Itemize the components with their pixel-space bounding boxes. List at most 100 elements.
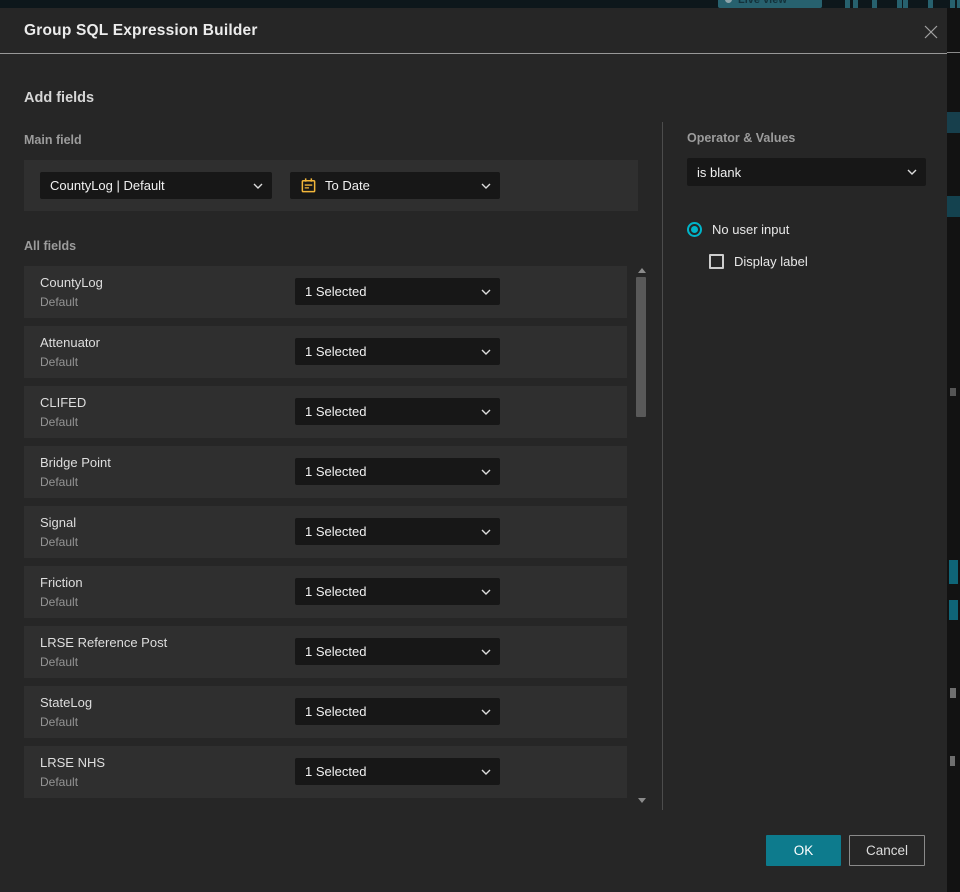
field-values-selected: 1 Selected xyxy=(305,284,367,299)
chevron-down-icon xyxy=(481,769,491,775)
chevron-down-icon xyxy=(481,469,491,475)
background-fragment xyxy=(949,600,958,620)
dialog-header: Group SQL Expression Builder xyxy=(0,8,947,54)
background-fragment xyxy=(950,756,955,766)
field-subtitle: Default xyxy=(40,535,79,549)
screen: Live view Group SQL Expression Builder xyxy=(0,0,960,892)
operator-select[interactable]: is blank xyxy=(687,158,926,186)
field-values-selected: 1 Selected xyxy=(305,524,367,539)
field-name: StateLog xyxy=(40,695,93,710)
field-values-selected: 1 Selected xyxy=(305,644,367,659)
field-values-select[interactable]: 1 Selected xyxy=(295,398,500,425)
field-row-lrse-nhs: LRSE NHS Default 1 Selected xyxy=(24,746,627,798)
field-subtitle: Default xyxy=(40,655,79,669)
chevron-down-icon xyxy=(907,169,917,175)
radio-selected-icon xyxy=(687,222,702,237)
main-field-date-select[interactable]: To Date xyxy=(290,172,500,199)
field-values-select[interactable]: 1 Selected xyxy=(295,338,500,365)
toolbar-icon xyxy=(897,0,902,8)
field-row-countylog: CountyLog Default 1 Selected xyxy=(24,266,627,318)
field-subtitle: Default xyxy=(40,715,79,729)
operator-select-value: is blank xyxy=(697,164,742,180)
dialog-title: Group SQL Expression Builder xyxy=(24,22,258,39)
field-row-friction: Friction Default 1 Selected xyxy=(24,566,627,618)
chevron-down-icon xyxy=(481,709,491,715)
main-field-select[interactable]: CountyLog | Default xyxy=(40,172,272,199)
all-fields-list: CountyLog Default 1 Selected Attenuator … xyxy=(24,266,627,806)
toolbar-icon xyxy=(872,0,877,8)
toolbar-icon xyxy=(845,0,850,8)
field-row-lrse-reference-post: LRSE Reference Post Default 1 Selected xyxy=(24,626,627,678)
background-app-top-strip: Live view xyxy=(0,0,960,8)
toolbar-icon xyxy=(928,0,933,8)
no-user-input-radio[interactable]: No user input xyxy=(687,221,789,238)
field-name: Bridge Point xyxy=(40,455,111,470)
all-fields-label: All fields xyxy=(24,239,77,253)
field-name: Friction xyxy=(40,575,83,590)
field-values-select[interactable]: 1 Selected xyxy=(295,758,500,785)
field-name: CLIFED xyxy=(40,395,87,410)
field-subtitle: Default xyxy=(40,415,79,429)
field-subtitle: Default xyxy=(40,295,79,309)
add-fields-heading: Add fields xyxy=(24,90,95,106)
ok-button[interactable]: OK xyxy=(766,835,841,866)
field-name: LRSE Reference Post xyxy=(40,635,168,650)
chevron-down-icon xyxy=(253,183,263,189)
chevron-down-icon xyxy=(481,409,491,415)
field-values-selected: 1 Selected xyxy=(305,404,367,419)
field-name: Attenuator xyxy=(40,335,100,350)
field-values-select[interactable]: 1 Selected xyxy=(295,638,500,665)
field-values-selected: 1 Selected xyxy=(305,584,367,599)
calendar-icon xyxy=(301,178,316,193)
scrollbar-thumb[interactable] xyxy=(636,277,646,417)
scrollbar-up-arrow-icon[interactable] xyxy=(638,268,646,273)
panel-divider xyxy=(662,122,663,810)
field-values-select[interactable]: 1 Selected xyxy=(295,278,500,305)
field-subtitle: Default xyxy=(40,595,79,609)
chevron-down-icon xyxy=(481,183,491,189)
all-fields-scrollbar[interactable] xyxy=(635,260,649,812)
field-values-selected: 1 Selected xyxy=(305,464,367,479)
field-values-select[interactable]: 1 Selected xyxy=(295,518,500,545)
field-values-select[interactable]: 1 Selected xyxy=(295,698,500,725)
field-subtitle: Default xyxy=(40,475,79,489)
chevron-down-icon xyxy=(481,289,491,295)
toolbar-icon xyxy=(903,0,908,8)
live-view-dot-icon xyxy=(725,0,732,3)
chevron-down-icon xyxy=(481,649,491,655)
chevron-down-icon xyxy=(481,589,491,595)
display-label-checkbox[interactable]: Display label xyxy=(709,253,808,269)
display-label-text: Display label xyxy=(734,253,808,269)
cancel-button[interactable]: Cancel xyxy=(849,835,925,866)
main-field-container: CountyLog | Default To Date xyxy=(24,160,638,211)
background-fragment xyxy=(947,112,960,133)
checkbox-unchecked-icon xyxy=(709,253,724,269)
toolbar-icon xyxy=(950,0,955,8)
main-field-select-value: CountyLog | Default xyxy=(50,178,165,193)
field-values-select[interactable]: 1 Selected xyxy=(295,578,500,605)
background-app-right-strip xyxy=(947,8,960,892)
field-row-signal: Signal Default 1 Selected xyxy=(24,506,627,558)
field-name: CountyLog xyxy=(40,275,103,290)
field-values-selected: 1 Selected xyxy=(305,344,367,359)
operator-values-label: Operator & Values xyxy=(687,131,796,145)
close-icon xyxy=(924,25,938,39)
field-values-selected: 1 Selected xyxy=(305,764,367,779)
background-fragment xyxy=(950,688,956,698)
field-row-bridge-point: Bridge Point Default 1 Selected xyxy=(24,446,627,498)
chevron-down-icon xyxy=(481,349,491,355)
close-button[interactable] xyxy=(920,21,942,43)
background-fragment xyxy=(950,388,956,396)
live-view-label: Live view xyxy=(738,0,787,6)
field-name: LRSE NHS xyxy=(40,755,106,770)
scrollbar-down-arrow-icon[interactable] xyxy=(638,798,646,803)
live-view-button[interactable]: Live view xyxy=(718,0,822,8)
field-name: Signal xyxy=(40,515,77,530)
field-subtitle: Default xyxy=(40,355,79,369)
field-values-select[interactable]: 1 Selected xyxy=(295,458,500,485)
field-row-clifed: CLIFED Default 1 Selected xyxy=(24,386,627,438)
no-user-input-label: No user input xyxy=(712,222,790,237)
background-fragment xyxy=(947,52,960,53)
field-subtitle: Default xyxy=(40,775,79,789)
field-row-statelog: StateLog Default 1 Selected xyxy=(24,686,627,738)
